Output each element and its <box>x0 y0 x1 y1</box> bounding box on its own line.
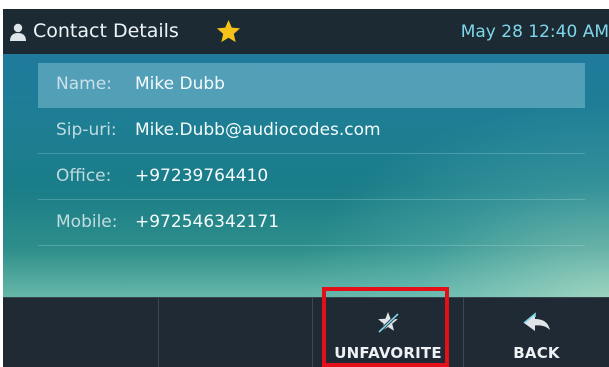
field-value: Mike.Dubb@audiocodes.com <box>135 120 381 140</box>
contact-field-office[interactable]: Office: +97239764410 <box>38 155 585 200</box>
field-label: Sip-uri: <box>56 120 117 140</box>
field-label: Office: <box>56 166 112 186</box>
divider <box>38 153 585 154</box>
contact-details-panel: Name: Mike Dubb Sip-uri: Mike.Dubb@audio… <box>3 54 609 297</box>
back-arrow-icon <box>522 312 550 331</box>
divider <box>38 245 585 246</box>
person-icon <box>10 23 26 41</box>
contact-field-mobile[interactable]: Mobile: +972546342171 <box>38 201 585 246</box>
back-button[interactable]: BACK <box>464 298 609 367</box>
field-label: Mobile: <box>56 212 118 232</box>
field-value: Mike Dubb <box>135 74 225 94</box>
page-title: Contact Details <box>33 20 179 42</box>
unfavorite-star-icon <box>377 312 400 334</box>
softkey-1[interactable] <box>3 298 159 367</box>
title-bar: Contact Details May 28 12:40 AM <box>3 9 609 54</box>
unfavorite-label: UNFAVORITE <box>334 344 442 362</box>
star-icon <box>216 20 241 43</box>
back-label: BACK <box>513 344 560 362</box>
contact-field-name[interactable]: Name: Mike Dubb <box>38 63 585 108</box>
date-time: May 28 12:40 AM <box>460 22 609 42</box>
field-value: +972546342171 <box>135 212 280 232</box>
softkey-bar: UNFAVORITE BACK <box>3 297 609 367</box>
softkey-2[interactable] <box>159 298 313 367</box>
divider <box>38 199 585 200</box>
field-label: Name: <box>56 74 112 94</box>
unfavorite-button[interactable]: UNFAVORITE <box>313 298 464 367</box>
phone-screen: Contact Details May 28 12:40 AM Name: Mi… <box>3 9 609 367</box>
field-value: +97239764410 <box>135 166 269 186</box>
contact-field-sip-uri[interactable]: Sip-uri: Mike.Dubb@audiocodes.com <box>38 109 585 154</box>
